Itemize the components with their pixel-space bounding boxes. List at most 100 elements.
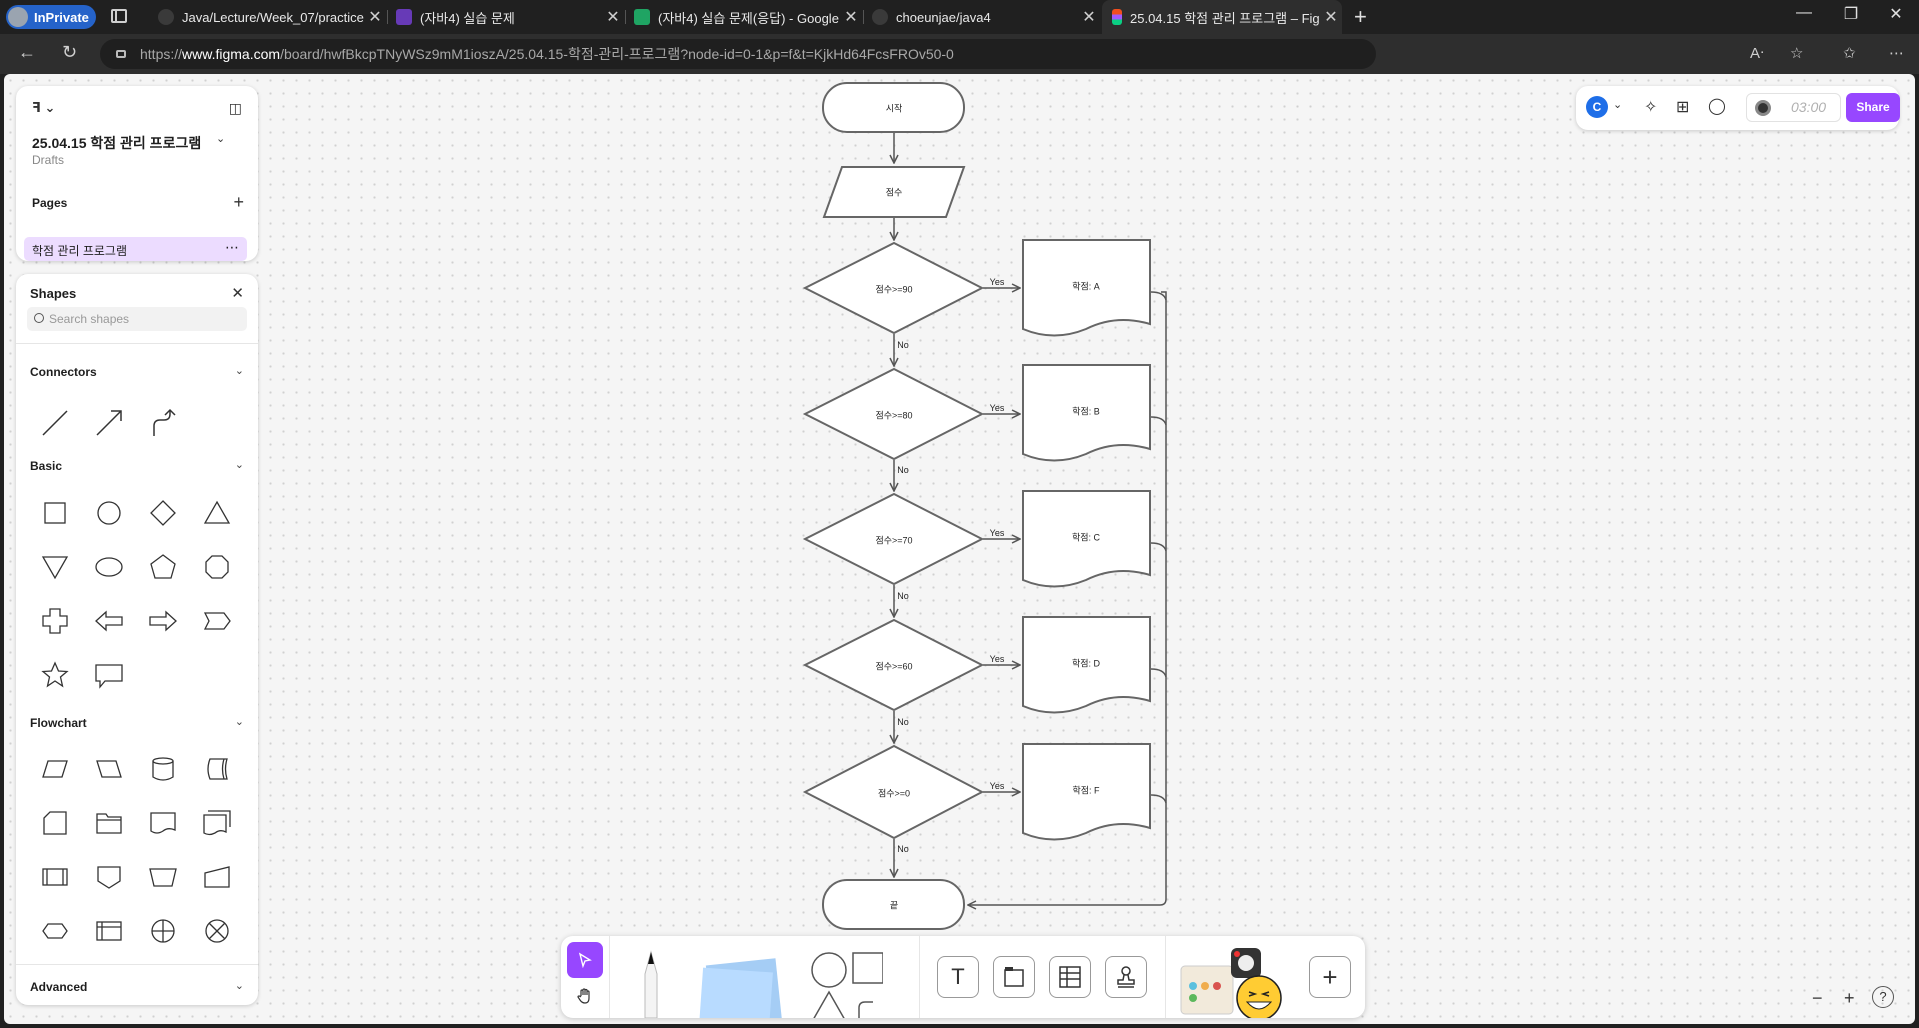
yes-label: Yes — [989, 781, 1005, 791]
hand-tool-icon[interactable] — [567, 980, 603, 1012]
refresh-icon[interactable]: ↻ — [62, 42, 77, 63]
inverted-triangle-icon[interactable] — [36, 548, 74, 586]
chevron-down-icon[interactable]: ⌄ — [235, 364, 244, 377]
speech-bubble-icon[interactable] — [90, 656, 128, 694]
or-junction-icon[interactable] — [144, 912, 182, 950]
arrow-right-icon[interactable] — [144, 602, 182, 640]
summing-junction-icon[interactable] — [198, 912, 236, 950]
triangle-icon[interactable] — [198, 494, 236, 532]
circle-icon[interactable] — [90, 494, 128, 532]
close-tab-icon[interactable]: ✕ — [840, 7, 862, 27]
browser-tab-3[interactable]: (자바4) 실습 문제(응답) - Google ✕ — [624, 0, 862, 34]
trapezoid-icon[interactable] — [90, 750, 128, 788]
diamond-icon[interactable] — [144, 494, 182, 532]
chevron-down-icon[interactable]: ⌄ — [235, 715, 244, 728]
line-connector-icon[interactable] — [36, 404, 74, 442]
multi-document-icon[interactable] — [198, 804, 236, 842]
table-tool-icon[interactable] — [1049, 956, 1091, 998]
close-tab-icon[interactable]: ✕ — [1078, 7, 1100, 27]
advanced-heading[interactable]: Advanced — [30, 980, 87, 994]
ai-sparkle-icon[interactable]: ✧ — [1644, 97, 1657, 117]
ellipse-icon[interactable] — [90, 548, 128, 586]
close-tab-icon[interactable]: ✕ — [1320, 7, 1342, 27]
zoom-out-icon[interactable]: − — [1812, 988, 1823, 1009]
read-aloud-icon[interactable]: Aᐧ — [1750, 44, 1764, 62]
comment-icon[interactable]: ◯ — [1708, 96, 1726, 116]
figma-menu-icon[interactable]: ꟻ ⌄ — [32, 100, 55, 116]
chevron-down-icon[interactable]: ⌄ — [235, 458, 244, 471]
file-location[interactable]: Drafts — [32, 153, 64, 167]
new-tab-icon[interactable]: + — [1354, 4, 1367, 30]
chevron-down-icon[interactable]: ⌄ — [235, 979, 244, 992]
octagon-icon[interactable] — [198, 548, 236, 586]
chevron-down-icon[interactable]: ⌄ — [1613, 98, 1622, 111]
timer-widget[interactable]: 03:00 — [1746, 93, 1841, 122]
output-label: 학점: F — [1072, 785, 1100, 796]
connectors-heading[interactable]: Connectors — [30, 365, 97, 379]
tab-actions-icon[interactable] — [111, 9, 127, 23]
manual-operation-icon[interactable] — [144, 858, 182, 896]
favorite-star-icon[interactable]: ☆ — [1790, 44, 1803, 62]
flowchart-heading[interactable]: Flowchart — [30, 716, 87, 730]
browser-tab-5-active[interactable]: 25.04.15 학점 관리 프로그램 – Fig ✕ — [1102, 0, 1342, 34]
file-title[interactable]: 25.04.15 학점 관리 프로그램 — [32, 133, 201, 153]
preparation-icon[interactable] — [36, 912, 74, 950]
widgets-stickers-icon[interactable] — [1177, 946, 1287, 1018]
arrow-left-icon[interactable] — [90, 602, 128, 640]
pentagon-icon[interactable] — [144, 548, 182, 586]
note-icon[interactable] — [36, 804, 74, 842]
more-tools-icon[interactable]: + — [1309, 956, 1351, 998]
manual-input-icon[interactable] — [198, 858, 236, 896]
template-icon[interactable]: ⊞ — [1676, 97, 1689, 117]
close-tab-icon[interactable]: ✕ — [364, 7, 386, 27]
figjam-canvas[interactable]: 시작 점수 점수>=90 점수>=80 점수>=70 점수>=60 점수>=0 … — [4, 74, 1915, 1024]
close-icon[interactable]: ✕ — [231, 284, 244, 302]
share-button[interactable]: Share — [1846, 93, 1900, 122]
off-page-connector-icon[interactable] — [90, 858, 128, 896]
favorites-bar-icon[interactable]: ✩ — [1843, 44, 1856, 62]
browser-tab-1[interactable]: Java/Lecture/Week_07/practice/P ✕ — [148, 0, 386, 34]
search-shapes-input[interactable]: Search shapes — [27, 307, 247, 331]
document-icon[interactable] — [144, 804, 182, 842]
shapes-tool-icon[interactable] — [811, 950, 883, 1018]
basic-heading[interactable]: Basic — [30, 459, 62, 473]
back-icon[interactable]: ← — [18, 42, 36, 63]
toggle-sidebar-icon[interactable]: ◫ — [229, 100, 242, 117]
browser-tab-2[interactable]: (자바4) 실습 문제 ✕ — [386, 0, 624, 34]
section-tool-icon[interactable] — [993, 956, 1035, 998]
text-tool-icon[interactable]: T — [937, 956, 979, 998]
stored-data-icon[interactable] — [198, 750, 236, 788]
predefined-process-icon[interactable] — [36, 858, 74, 896]
zoom-in-icon[interactable]: + — [1844, 988, 1855, 1009]
cross-icon[interactable] — [36, 602, 74, 640]
url-field[interactable]: https://www.figma.com/board/hwfBkcpTNyWS… — [100, 39, 1376, 69]
sticky-note-icon[interactable] — [691, 954, 791, 1018]
add-page-icon[interactable]: + — [233, 192, 244, 213]
elbow-connector-icon[interactable] — [144, 404, 182, 442]
marker-tool-icon[interactable] — [621, 942, 681, 1018]
move-tool-icon[interactable] — [567, 942, 603, 978]
folder-icon[interactable] — [90, 804, 128, 842]
window-close-icon[interactable]: ✕ — [1876, 4, 1916, 24]
internal-storage-icon[interactable] — [90, 912, 128, 950]
arrow-connector-icon[interactable] — [90, 404, 128, 442]
lock-icon — [116, 50, 126, 58]
more-icon[interactable]: ⋯ — [225, 239, 239, 256]
database-icon[interactable] — [144, 750, 182, 788]
top-right-toolbar: C ⌄ ✧ ⊞ ◯ 03:00 Share — [1576, 86, 1900, 130]
square-icon[interactable] — [36, 494, 74, 532]
user-avatar[interactable]: C — [1586, 96, 1608, 118]
more-menu-icon[interactable]: ⋯ — [1889, 44, 1904, 62]
browser-tab-4[interactable]: choeunjae/java4 ✕ — [862, 0, 1100, 34]
stamp-tool-icon[interactable] — [1105, 956, 1147, 998]
restore-icon[interactable]: ❐ — [1831, 4, 1871, 24]
parallelogram-icon[interactable] — [36, 750, 74, 788]
help-icon[interactable]: ? — [1872, 986, 1894, 1008]
close-tab-icon[interactable]: ✕ — [602, 7, 624, 27]
chevron-down-icon[interactable]: ⌄ — [216, 132, 225, 145]
star-icon[interactable] — [36, 656, 74, 694]
chevron-shape-icon[interactable] — [198, 602, 236, 640]
inprivate-badge[interactable]: InPrivate — [6, 5, 96, 29]
page-item-selected[interactable]: 학점 관리 프로그램 ⋯ — [24, 237, 247, 261]
minimize-icon[interactable]: — — [1784, 4, 1824, 22]
